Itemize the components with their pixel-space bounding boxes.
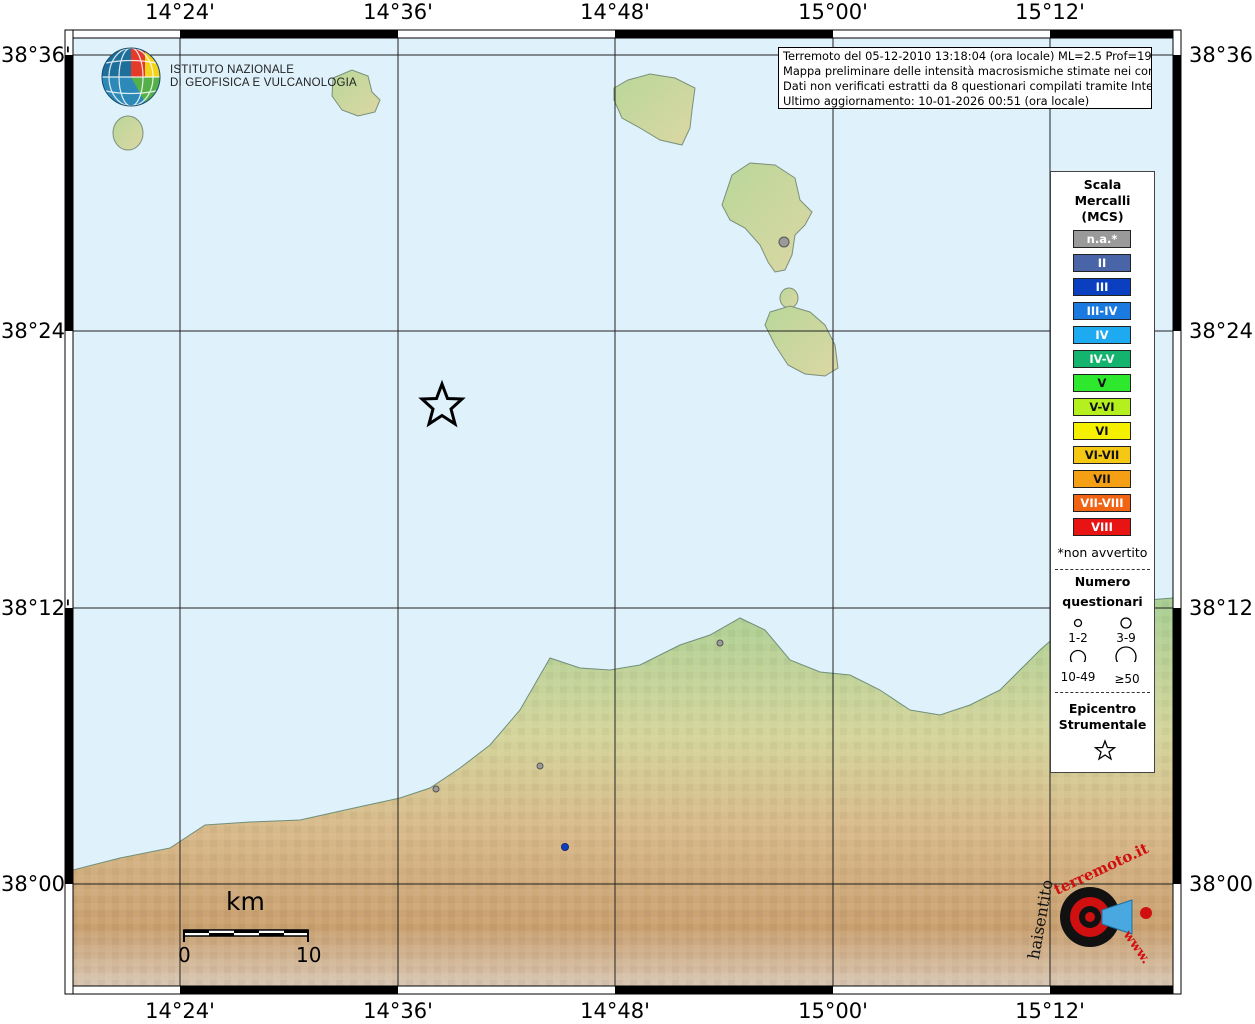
mcs-legend: Scala Mercalli (MCS) n.a.* II III III-IV IV I… xyxy=(1050,171,1155,773)
swatch-vii: VII xyxy=(1073,470,1131,488)
inland-point-1 xyxy=(536,762,544,770)
alicudi-island xyxy=(112,115,144,151)
scale-unit-label: km xyxy=(226,887,265,916)
info-line-1: Terremoto del 05-12-2010 13:18:04 (ora l… xyxy=(783,49,1152,63)
legend-title-3: (MCS) xyxy=(1081,209,1124,224)
scale-end-label: 10 xyxy=(296,943,322,967)
top-lon-label: 15°12' xyxy=(1015,0,1085,24)
bottom-lon-label: 14°36' xyxy=(363,999,433,1023)
swatch-vii-viii: VII-VIII xyxy=(1073,494,1131,512)
vulcanello-island xyxy=(779,287,799,309)
legend-title-1: Scala xyxy=(1083,177,1122,192)
count-title-2: questionari xyxy=(1062,594,1143,609)
top-lon-label: 15°00' xyxy=(798,0,868,24)
right-lat-label: 38°24' xyxy=(1189,319,1255,343)
capo-point xyxy=(716,639,724,647)
ingv-line-1: ISTITUTO NAZIONALE xyxy=(170,64,295,76)
swatch-vi-vii: VI-VII xyxy=(1073,446,1131,464)
count-title-1: Numero xyxy=(1074,574,1131,589)
legend-title-2: Mercalli xyxy=(1074,193,1131,208)
bottom-lon-label: 14°48' xyxy=(580,999,650,1023)
right-lat-label: 38°36' xyxy=(1189,43,1255,67)
swatch-ii: II xyxy=(1073,254,1131,272)
swatch-v: V xyxy=(1073,374,1131,392)
swatch-iii: III xyxy=(1073,278,1131,296)
left-lat-label: 38°00' xyxy=(1,872,71,896)
size-label-10-49: 10-49 xyxy=(1060,670,1096,684)
epicenter-title-1: Epicentro xyxy=(1068,701,1137,716)
inland-point-2 xyxy=(561,843,569,851)
swatch-vi: VI xyxy=(1073,422,1131,440)
scale-start-label: 0 xyxy=(178,943,191,967)
swatch-n-a: n.a.* xyxy=(1073,230,1131,248)
not-felt-note: *non avvertito xyxy=(1057,545,1148,560)
size-label-50: ≥50 xyxy=(1114,672,1140,686)
event-info-box: Terremoto del 05-12-2010 13:18:04 (ora l… xyxy=(778,47,1152,109)
right-lat-label: 38°12' xyxy=(1189,596,1255,620)
swatch-iii-iv: III-IV xyxy=(1073,302,1131,320)
swatch-v-vi: V-VI xyxy=(1073,398,1131,416)
bottom-lon-label: 15°00' xyxy=(798,999,868,1023)
swatch-iv-v: IV-V xyxy=(1073,350,1131,368)
bottom-lon-label: 14°24' xyxy=(145,999,215,1023)
vulcano-point xyxy=(778,236,790,248)
ingv-line-2: DI GEOFISICA E VULCANOLOGIA xyxy=(170,77,357,89)
info-line-2: Mappa preliminare delle intensità macros… xyxy=(783,64,1152,78)
legend-star-icon xyxy=(1094,739,1116,761)
left-lat-label: 38°36' xyxy=(1,43,71,67)
top-lon-label: 14°24' xyxy=(145,0,215,24)
swatch-iv: IV xyxy=(1073,326,1131,344)
right-lat-label: 38°00' xyxy=(1189,872,1255,896)
ingv-logo-text: ISTITUTO NAZIONALE DI GEOFISICA E VULCAN… xyxy=(170,64,357,90)
top-lon-label: 14°36' xyxy=(363,0,433,24)
top-lon-label: 14°48' xyxy=(580,0,650,24)
info-line-3: Dati non verificati estratti da 8 questi… xyxy=(783,79,1152,93)
ingv-globe-icon xyxy=(101,47,161,107)
left-lat-label: 38°12' xyxy=(1,596,71,620)
info-line-4: Ultimo aggiornamento: 10-01-2026 00:51 (… xyxy=(783,94,1090,108)
epicenter-title-2: Strumentale xyxy=(1058,717,1147,732)
size-label-3-9: 3-9 xyxy=(1116,631,1136,645)
coast-point xyxy=(432,785,440,793)
swatch-viii: VIII xyxy=(1073,518,1131,536)
bottom-lon-label: 15°12' xyxy=(1015,999,1085,1023)
left-lat-label: 38°24' xyxy=(1,319,71,343)
size-label-1-2: 1-2 xyxy=(1068,631,1088,645)
